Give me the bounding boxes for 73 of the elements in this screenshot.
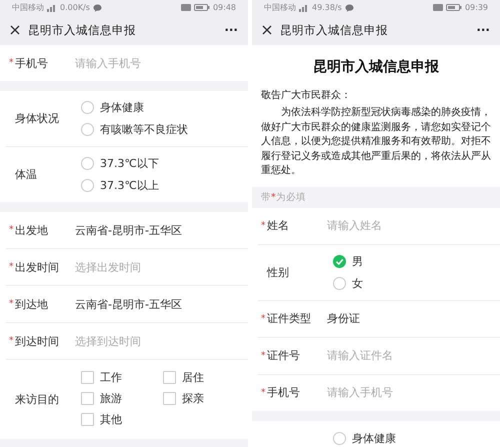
chat-bubble-icon [92,4,102,12]
radio-option[interactable]: 37.3℃以上 [81,178,159,193]
battery-icon [194,4,210,11]
required-mark: * [9,225,14,235]
network-speed: 49.38/s [312,3,342,12]
field-label: 出发地 [15,222,48,238]
radio-option[interactable]: 身体健康 [81,100,188,115]
field-label: 姓名 [267,218,289,233]
required-mark: * [9,336,14,346]
field-label: 体温 [15,167,37,182]
radio-button[interactable] [81,157,94,170]
checkbox[interactable] [163,371,176,384]
field-label: 到达地 [15,296,48,312]
required-mark: * [261,388,266,398]
radio-button[interactable] [333,276,346,290]
checkbox-option[interactable]: 居住 [163,370,243,385]
carrier-name: 中国移动 [12,2,44,13]
radio-button[interactable] [81,101,94,114]
checkbox-option[interactable]: 其他 [81,412,163,427]
battery-icon [446,4,462,11]
radio-button[interactable] [333,254,346,268]
field-label: 证件号 [267,348,300,363]
checkbox[interactable] [81,413,94,426]
radio-option[interactable]: 有咳嗽等不良症状 [81,122,188,137]
required-mark: * [9,262,14,272]
required-mark: * [9,58,14,68]
checkbox[interactable] [163,392,176,405]
close-icon[interactable] [10,25,20,35]
required-mark: * [9,299,14,309]
greeting-text: 敬告广大市民群众： [261,88,352,102]
carrier-name: 中国移动 [264,2,296,13]
required-mark: * [261,314,266,324]
field-label: 手机号 [267,385,300,400]
clock-time: 09:48 [212,3,236,12]
radio-button[interactable] [81,123,94,136]
field-label: 出发时间 [15,260,59,274]
chat-bubble-icon [344,4,354,12]
close-icon[interactable] [262,25,272,35]
radio-option[interactable]: 身体健康 [333,431,396,446]
field-label: 来访目的 [15,392,59,407]
form-heading: 昆明市入城信息申报 [312,58,440,76]
required-mark: * [261,350,266,360]
field-label: 手机号 [15,56,48,70]
page-title: 昆明市入城信息申报 [280,22,389,38]
checkbox[interactable] [81,392,94,405]
radio-option[interactable]: 男 [333,254,363,268]
radio-button[interactable] [81,179,94,192]
page-title: 昆明市入城信息申报 [28,22,137,38]
radio-option[interactable]: 女 [333,276,363,290]
checkbox-option[interactable]: 探亲 [163,391,243,406]
field-label: 到达时间 [15,334,59,348]
checkbox-option[interactable]: 旅游 [81,391,163,406]
signal-icon [47,4,57,12]
field-label: 性别 [267,264,289,280]
select-field[interactable]: 身份证 [327,311,360,326]
hd-icon [432,4,443,11]
required-mark: * [261,220,266,230]
network-speed: 0.00K/s [60,3,90,12]
select-field[interactable]: 云南省-昆明市-五华区 [75,222,182,238]
signal-icon [299,4,309,12]
field-label: 身体状况 [15,111,59,126]
hd-icon [180,4,191,11]
more-menu-button[interactable]: ··· [224,23,238,37]
radio-option[interactable]: 37.3℃以下 [81,156,159,171]
notice-paragraph: 为依法科学防控新型冠状病毒感染的肺炎疫情，做好广大市民群众的健康监测服务，请您如实登记个人信息，以便为您提供精准服务和有效帮助。对拒不履行登记义务或造成其他严重后果的，将依法从严从重惩处。 [261,106,491,178]
more-menu-button[interactable]: ··· [476,23,490,37]
clock-time: 09:39 [464,3,488,12]
checkbox[interactable] [81,371,94,384]
checkbox-option[interactable]: 工作 [81,370,163,385]
field-label: 证件类型 [267,311,311,326]
required-note: 带*为必填 [260,190,307,204]
radio-button[interactable] [333,432,346,445]
select-field[interactable]: 云南省-昆明市-五华区 [75,296,182,312]
